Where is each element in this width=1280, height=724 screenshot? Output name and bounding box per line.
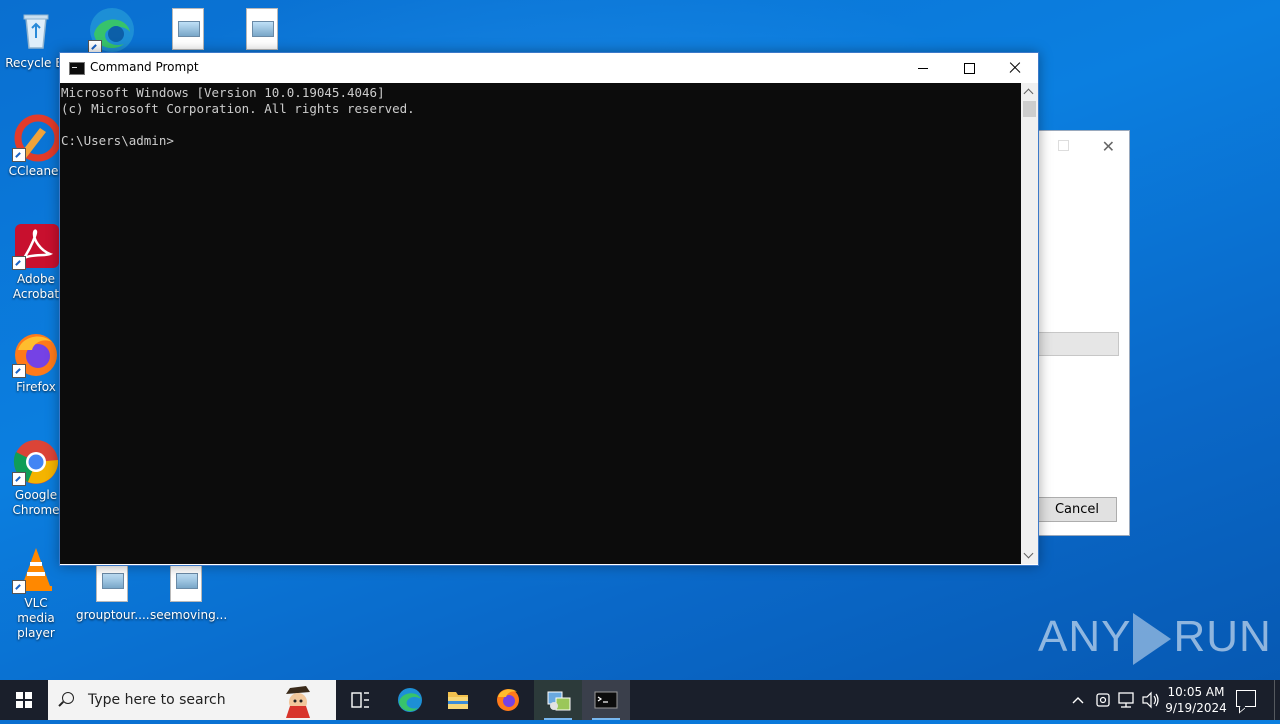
taskbar-edge-button[interactable] <box>386 680 434 720</box>
show-hidden-icons-button[interactable] <box>1068 680 1088 720</box>
background-dialog: ✕ Cancel <box>1032 130 1130 536</box>
task-view-icon <box>351 692 369 708</box>
scrollbar-thumb[interactable] <box>1023 101 1036 117</box>
search-box[interactable]: Type here to search <box>48 680 336 720</box>
desktop-icon-image-file-1[interactable] <box>152 8 224 50</box>
desktop-icon-grouptour[interactable]: grouptour.... <box>76 560 150 623</box>
watermark-left: ANY <box>1038 612 1132 661</box>
shortcut-arrow-icon <box>12 580 26 594</box>
close-icon[interactable]: ✕ <box>1102 137 1115 156</box>
usb-device-icon <box>1096 693 1110 707</box>
desktop-icon-label: VLC media player <box>17 596 55 640</box>
volume-icon <box>1142 691 1159 709</box>
taskbar-firefox-button[interactable] <box>484 680 532 720</box>
tray-network-icon[interactable] <box>1116 680 1138 720</box>
desktop-icon-image-file-2[interactable] <box>226 8 298 50</box>
clock-time: 10:05 AM <box>1167 685 1225 699</box>
image-file-icon <box>172 8 204 50</box>
console-line: (c) Microsoft Corporation. All rights re… <box>61 101 415 116</box>
firefox-icon <box>12 330 60 378</box>
desktop-icon-edge[interactable] <box>76 6 148 56</box>
task-view-button[interactable] <box>336 680 384 720</box>
ccleaner-icon <box>12 114 62 162</box>
console-prompt-line: C:\Users\admin> <box>61 133 174 148</box>
desktop-icon-label: Recycle Bi <box>5 56 67 70</box>
console-line: Microsoft Windows [Version 10.0.19045.40… <box>61 85 385 100</box>
chrome-icon <box>12 438 60 486</box>
taskbar-command-prompt-button[interactable] <box>582 680 630 720</box>
tray-device-icon[interactable] <box>1092 680 1114 720</box>
maximize-button[interactable] <box>946 53 992 83</box>
installer-icon <box>547 691 571 711</box>
start-button[interactable] <box>0 680 48 720</box>
taskbar-file-explorer-button[interactable] <box>434 680 482 720</box>
play-icon <box>1133 613 1172 666</box>
taskbar: Type here to search 10:05 AM 9/19/2024 <box>0 680 1280 720</box>
minimize-button[interactable] <box>900 53 946 83</box>
shortcut-arrow-icon <box>12 472 26 486</box>
firefox-icon <box>497 689 519 711</box>
search-highlight-icon[interactable] <box>280 682 316 718</box>
image-file-icon <box>246 8 278 50</box>
image-file-icon <box>96 560 128 602</box>
vertical-scrollbar[interactable] <box>1021 83 1038 564</box>
tray-volume-icon[interactable] <box>1140 680 1162 720</box>
vlc-icon <box>12 546 60 594</box>
console-output[interactable]: Microsoft Windows [Version 10.0.19045.40… <box>60 83 1021 564</box>
desktop-icon-label: Firefox <box>16 380 56 394</box>
desktop-icon-label: seemoving... <box>150 608 228 622</box>
cancel-button[interactable]: Cancel <box>1037 497 1117 522</box>
dialog-progress-field <box>1037 332 1119 356</box>
notification-center-icon[interactable] <box>1236 690 1256 707</box>
recycle-bin-icon <box>12 6 60 54</box>
image-file-icon <box>170 560 202 602</box>
file-explorer-icon <box>448 692 468 709</box>
desktop-icon-label: Adobe Acrobat <box>12 272 60 301</box>
desktop-icon-label: Google Chrome <box>12 488 60 517</box>
adobe-acrobat-icon <box>12 222 60 270</box>
watermark-right: RUN <box>1173 612 1272 661</box>
desktop-icon-seemoving[interactable]: seemoving... <box>150 560 227 623</box>
anyrun-watermark: ANY RUN <box>1038 612 1272 666</box>
edge-icon <box>398 688 422 712</box>
network-icon <box>1118 692 1134 708</box>
maximize-icon <box>1058 140 1069 151</box>
chevron-up-icon <box>1072 697 1084 704</box>
shortcut-arrow-icon <box>12 256 26 270</box>
title-bar[interactable]: Command Prompt <box>60 53 1038 83</box>
command-prompt-icon <box>594 691 618 709</box>
shortcut-arrow-icon <box>12 148 26 162</box>
command-prompt-icon <box>69 62 85 75</box>
show-desktop-button[interactable] <box>1274 680 1275 720</box>
desktop-icon-label: grouptour.... <box>76 608 150 622</box>
edge-icon <box>88 6 136 54</box>
close-button[interactable] <box>992 53 1038 83</box>
window-title: Command Prompt <box>90 60 199 74</box>
windows-logo-icon <box>16 692 32 708</box>
shortcut-arrow-icon <box>12 364 26 378</box>
search-icon <box>62 692 74 704</box>
scroll-down-arrow-icon[interactable] <box>1021 547 1038 564</box>
search-placeholder: Type here to search <box>88 692 226 708</box>
scroll-up-arrow-icon[interactable] <box>1021 83 1038 100</box>
taskbar-installer-button[interactable] <box>534 680 582 720</box>
clock-date: 9/19/2024 <box>1165 701 1227 715</box>
desktop-icon-label: CCleaner <box>8 164 64 178</box>
command-prompt-window[interactable]: Command Prompt Microsoft Windows [Versio… <box>59 52 1039 566</box>
taskbar-clock[interactable]: 10:05 AM 9/19/2024 <box>1160 684 1232 716</box>
